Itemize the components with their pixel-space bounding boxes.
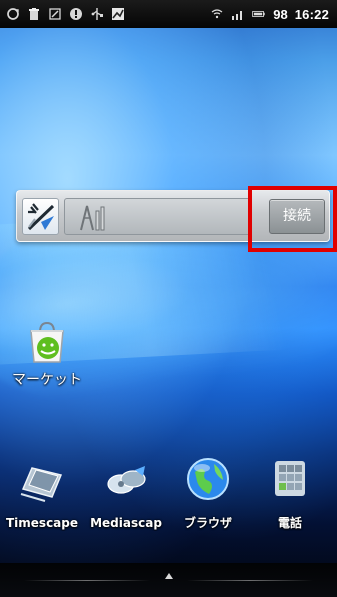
- battery-level-text: 98: [273, 6, 288, 22]
- mediascape-label: Mediascap: [90, 516, 162, 530]
- android-home-screen: 98 16:22 接続 マーケット Timescape Mediascap ブラ…: [0, 0, 337, 597]
- status-bar: 98 16:22: [0, 0, 337, 28]
- wireless-icon[interactable]: [22, 198, 59, 235]
- bottom-divider-right: [187, 580, 313, 581]
- status-system-icons: 98 16:22: [210, 4, 329, 24]
- dock: Timescape Mediascap ブラウザ 電話: [0, 447, 337, 547]
- dock-item-timescape[interactable]: Timescape: [2, 447, 82, 542]
- warning-icon: [48, 7, 62, 21]
- connection-widget: 接続: [16, 190, 330, 242]
- timescape-icon: [20, 467, 63, 502]
- browser-icon: [187, 458, 229, 500]
- alert-icon: [69, 7, 83, 21]
- signal-strength-panel: [64, 198, 252, 235]
- dock-item-phone[interactable]: 電話: [250, 447, 330, 542]
- trash-icon: [27, 7, 41, 21]
- phone-icon: [275, 461, 305, 496]
- dock-item-mediascape[interactable]: Mediascap: [86, 447, 166, 542]
- drawer-handle-icon[interactable]: [164, 572, 174, 580]
- market-shortcut[interactable]: マーケット: [12, 318, 94, 403]
- phone-label: 電話: [277, 516, 302, 530]
- usb-icon: [90, 7, 104, 21]
- market-icon: [30, 321, 64, 363]
- bottom-divider-left: [24, 580, 150, 581]
- status-notification-icons: [6, 4, 125, 24]
- signal-icon: [231, 7, 245, 21]
- image-icon: [111, 7, 125, 21]
- signal-bars-icon: [80, 205, 105, 231]
- wifi-icon: [210, 7, 224, 21]
- battery-icon: [252, 7, 266, 21]
- sync-icon: [6, 7, 20, 21]
- timescape-label: Timescape: [5, 516, 79, 530]
- status-time: 16:22: [294, 6, 329, 22]
- bottom-app-drawer-bar[interactable]: [0, 563, 337, 597]
- mediascape-icon: [107, 466, 146, 494]
- market-label: マーケット: [12, 372, 82, 388]
- connect-button[interactable]: 接続: [269, 199, 325, 234]
- dock-item-browser[interactable]: ブラウザ: [168, 447, 248, 542]
- browser-label: ブラウザ: [183, 516, 232, 530]
